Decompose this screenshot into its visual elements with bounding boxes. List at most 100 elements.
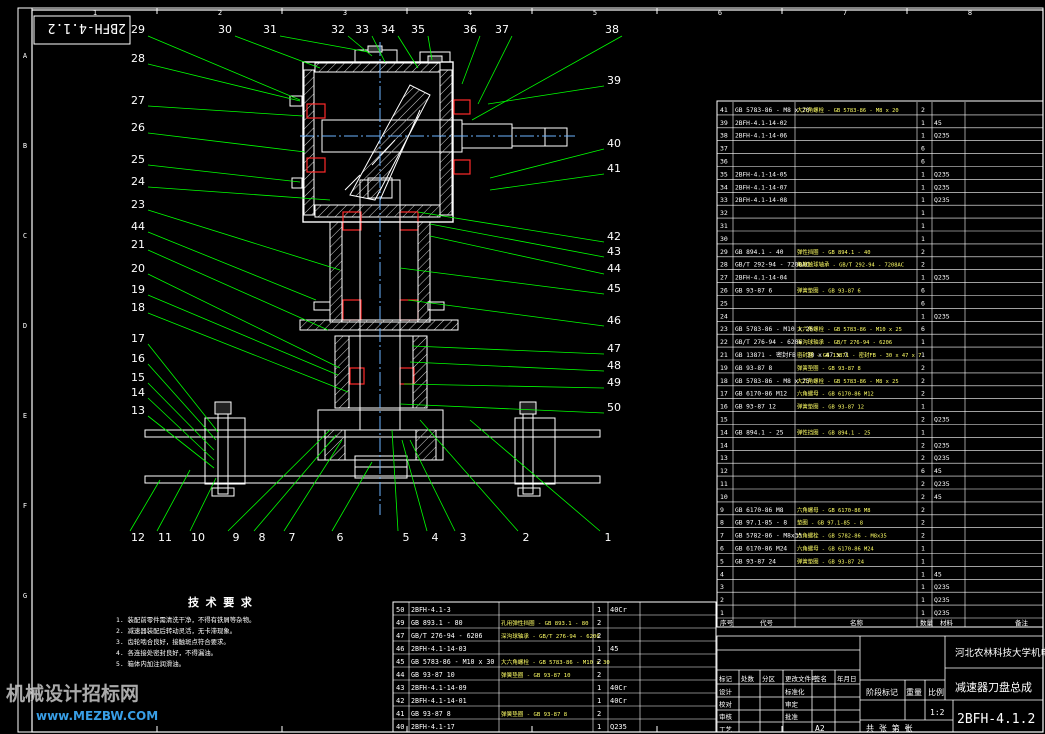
bom-item-material: 45 bbox=[610, 645, 618, 653]
bom-item-no: 13 bbox=[720, 454, 728, 462]
bom-item-material: Q235 bbox=[934, 609, 950, 617]
bom-item-code: GB 893.1 - 80 bbox=[411, 619, 463, 627]
bom-header-cell: 代号 bbox=[760, 618, 774, 627]
bom-item-no: 37 bbox=[720, 145, 728, 153]
bom-item-no: 29 bbox=[720, 248, 728, 256]
bom-item-no: 3 bbox=[720, 583, 724, 591]
balloon-25: 25 bbox=[131, 153, 145, 166]
bom-item-name: 大六角螺栓 - GB 5783-86 - M8 x 25 bbox=[797, 377, 899, 385]
bom-item-qty: 2 bbox=[921, 248, 925, 256]
grid-col-label: 8 bbox=[968, 9, 972, 17]
bom-item-no: 49 bbox=[396, 619, 404, 627]
bom-item-code: GB 97.1-85 - 8 bbox=[735, 520, 787, 527]
bom-item-qty: 1 bbox=[921, 596, 925, 604]
bom-item-qty: 2 bbox=[921, 364, 925, 372]
bom-item-code: GB 894.1 - 25 bbox=[735, 429, 784, 436]
bom-item-no: 43 bbox=[396, 684, 404, 692]
balloon-39: 39 bbox=[607, 74, 621, 87]
bom-item-code: 2BFH-4.1-17 bbox=[411, 723, 455, 731]
bom-item-qty: 2 bbox=[921, 454, 925, 462]
bom-item-name: 弹性挡圈 - GB 894.1 - 40 bbox=[797, 248, 871, 256]
title-block-label: 校对 bbox=[719, 700, 733, 709]
title-block-label: 处数 bbox=[741, 674, 755, 683]
title-block-label: 分区 bbox=[762, 674, 776, 683]
grid-col-label: 7 bbox=[843, 9, 847, 17]
bom-item-no: 21 bbox=[720, 351, 728, 359]
bom-item-no: 9 bbox=[720, 506, 724, 514]
bom-item-qty: 2 bbox=[921, 519, 925, 527]
bom-item-qty: 1 bbox=[921, 209, 925, 217]
bom-item-name: 弹簧垫圈 - GB 93-87 6 bbox=[797, 287, 861, 295]
bom-item-qty: 2 bbox=[597, 632, 601, 640]
bom-item-name: 大六角螺栓 - GB 5783-86 - M10 x 30 bbox=[501, 658, 610, 666]
scale-value: 1:2 bbox=[930, 708, 945, 717]
sheet-size: A2 bbox=[815, 724, 825, 733]
balloon-20: 20 bbox=[131, 262, 145, 275]
tech-req-title: 技 术 要 求 bbox=[188, 595, 253, 609]
blade-bolt bbox=[214, 401, 232, 415]
bom-item-name: 弹簧垫圈 - GB 93-87 12 bbox=[797, 403, 864, 411]
bearing-section bbox=[399, 367, 415, 385]
bom-item-no: 39 bbox=[720, 119, 728, 127]
bom-item-qty: 1 bbox=[921, 119, 925, 127]
sheet-count: 共 张 第 张 bbox=[866, 723, 912, 733]
bom-item-code: 2BFH-4.1-14-09 bbox=[411, 684, 467, 692]
title-block-label: 审定 bbox=[785, 700, 799, 709]
bom-item-qty: 1 bbox=[921, 235, 925, 243]
bom-item-no: 8 bbox=[720, 519, 724, 527]
balloon-26: 26 bbox=[131, 121, 145, 134]
bom-header-cell: 材料 bbox=[940, 618, 954, 627]
bom-item-name: 六角螺母 - GB 6170-86 M8 bbox=[797, 506, 871, 514]
bom-item-qty: 1 bbox=[921, 570, 925, 578]
balloon-28: 28 bbox=[131, 52, 145, 65]
balloon-21: 21 bbox=[131, 238, 145, 251]
bevel-gear bbox=[349, 84, 431, 201]
bom-item-no: 24 bbox=[720, 312, 728, 320]
bom-item-name: 弹性挡圈 - GB 894.1 - 25 bbox=[797, 428, 871, 436]
bom-item-qty: 6 bbox=[921, 299, 925, 307]
grid-row-label: G bbox=[23, 592, 27, 600]
bom-item-qty: 1 bbox=[597, 645, 601, 653]
bom-item-code: GB 5782-86 - M8x35 bbox=[735, 533, 802, 540]
balloon-19: 19 bbox=[131, 283, 145, 296]
balloon-18: 18 bbox=[131, 301, 145, 314]
grid-row-label: E bbox=[23, 412, 27, 420]
bom-item-qty: 1 bbox=[921, 428, 925, 436]
bom-item-qty: 6 bbox=[921, 467, 925, 475]
bom-item-no: 19 bbox=[720, 364, 728, 372]
balloon-31: 31 bbox=[263, 23, 277, 36]
bom-item-qty: 2 bbox=[921, 506, 925, 514]
bom-item-material: Q235 bbox=[934, 454, 950, 462]
bom-item-no: 16 bbox=[720, 403, 728, 411]
bom-item-material: Q235 bbox=[610, 723, 627, 731]
technical-requirements: 技 术 要 求 1. 装配前零件需清洗干净，不得有铁屑等杂物。 2. 减速器装配后… bbox=[116, 595, 255, 668]
rotated-code-box: 2BFH-4.1.2 bbox=[33, 15, 131, 45]
bom-item-no: 10 bbox=[720, 493, 728, 501]
bom-item-qty: 1 bbox=[921, 274, 925, 282]
bom-item-no: 27 bbox=[720, 274, 728, 282]
bom-item-qty: 2 bbox=[921, 106, 925, 114]
shaft-end bbox=[511, 127, 568, 147]
title-block-label: 年月日 bbox=[837, 674, 857, 683]
bom-item-no: 33 bbox=[720, 196, 728, 204]
watermark-line1: 机械设计招标网 bbox=[6, 682, 139, 705]
bom-item-material: Q235 bbox=[934, 183, 950, 191]
bom-item-name: 弹簧垫圈 - GB 93-87 8 bbox=[501, 710, 568, 718]
bom-item-code: GB 93-87 6 bbox=[735, 288, 773, 295]
bom-header-cell: 序号 bbox=[720, 618, 734, 627]
bom-item-code: GB 93-87 24 bbox=[735, 558, 776, 565]
bom-item-qty: 2 bbox=[921, 390, 925, 398]
title-block-label: 签名 bbox=[814, 674, 827, 683]
bom-item-code: GB/T 276-94 - 6206 bbox=[735, 339, 802, 346]
balloon-15: 15 bbox=[131, 371, 145, 384]
balloon-12: 12 bbox=[131, 531, 145, 544]
bom-item-no: 41 bbox=[720, 106, 728, 114]
balloon-16: 16 bbox=[131, 352, 145, 365]
grid-row-label: C bbox=[23, 232, 27, 240]
title-block-label: 工艺 bbox=[719, 726, 733, 734]
bom-item-qty: 1 bbox=[597, 606, 601, 614]
bom-item-code: 2BFH-4.1-14-05 bbox=[735, 171, 787, 178]
balloon-1: 1 bbox=[605, 531, 612, 544]
bom-item-qty: 2 bbox=[921, 261, 925, 269]
bom-item-code: 2BFH-4.1-3 bbox=[411, 606, 451, 614]
